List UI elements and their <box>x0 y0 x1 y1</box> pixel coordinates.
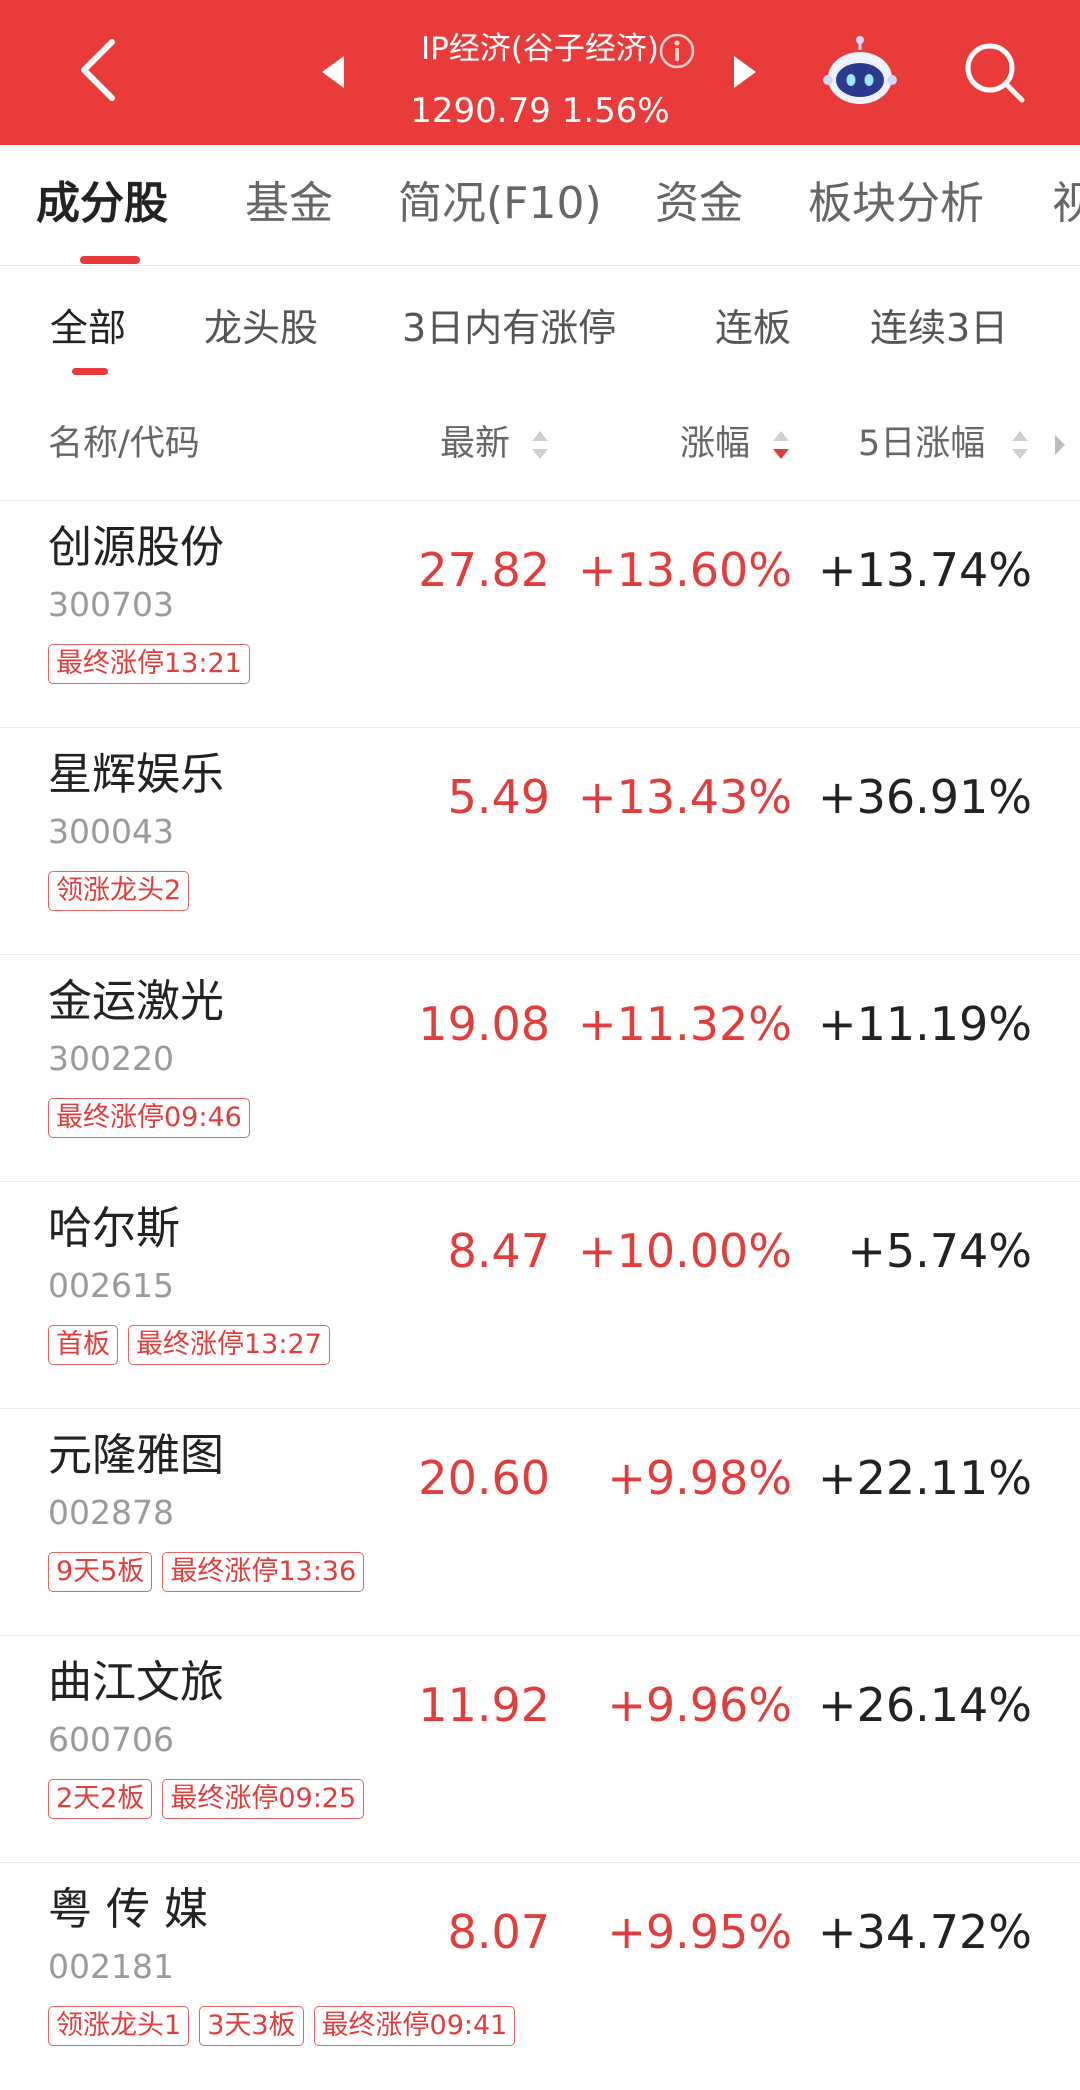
status-badge: 领涨龙头2 <box>48 871 190 911</box>
status-badge: 3天3板 <box>199 2006 304 2046</box>
status-badge: 最终涨停09:41 <box>313 2006 516 2046</box>
stock-name: 星辉娱乐 <box>48 749 224 800</box>
change-pct: +13.43% <box>578 770 792 824</box>
stock-code: 002181 <box>48 1947 174 1986</box>
tab-video[interactable]: 视 <box>1052 175 1080 233</box>
index-quote: 1290.79 1.56% <box>380 90 700 132</box>
latest-price: 5.49 <box>447 770 550 824</box>
change-pct: +11.32% <box>578 997 792 1051</box>
column-change[interactable]: 涨幅 <box>680 420 750 468</box>
table-row[interactable]: 哈尔斯 002615 8.47 +10.00% +5.74% 首板 最终涨停13… <box>0 1181 1080 1409</box>
stock-name: 元隆雅图 <box>48 1430 224 1481</box>
status-badge: 领涨龙头1 <box>48 2006 190 2046</box>
table-row[interactable]: 金运激光 300220 19.08 +11.32% +11.19% 最终涨停09… <box>0 954 1080 1182</box>
robot-assistant-icon <box>823 36 897 104</box>
subtab-3-days[interactable]: 连续3日 <box>870 300 1008 356</box>
change-pct: +9.98% <box>607 1451 792 1505</box>
tag-list: 最终涨停09:46 <box>48 1098 250 1138</box>
change-5d-pct: +34.72% <box>818 1905 1032 1959</box>
stock-name: 粤 传 媒 <box>48 1884 208 1935</box>
status-badge: 9天5板 <box>48 1552 153 1592</box>
latest-price: 27.82 <box>418 543 550 597</box>
subtab-all[interactable]: 全部 <box>50 300 126 356</box>
tag-list: 领涨龙头1 3天3板 最终涨停09:41 <box>48 2006 516 2046</box>
tab-constituents[interactable]: 成分股 <box>36 175 168 233</box>
latest-price: 20.60 <box>418 1451 550 1505</box>
latest-price: 11.92 <box>418 1678 550 1732</box>
next-triangle-icon <box>734 56 756 88</box>
stock-code: 300703 <box>48 585 174 624</box>
back-chevron-icon <box>81 39 115 101</box>
search-icon <box>965 43 1025 103</box>
more-columns-icon[interactable] <box>1052 432 1068 458</box>
change-5d-pct: +26.14% <box>818 1678 1032 1732</box>
change-5d-pct: +22.11% <box>818 1451 1032 1505</box>
active-subtab-indicator <box>72 368 108 375</box>
stock-code: 002615 <box>48 1266 174 1305</box>
tag-list: 最终涨停13:21 <box>48 644 250 684</box>
tab-capital[interactable]: 资金 <box>655 175 743 233</box>
tab-f10[interactable]: 简况(F10) <box>398 175 602 233</box>
stock-name: 金运激光 <box>48 976 224 1027</box>
latest-price: 8.07 <box>447 1905 550 1959</box>
table-row[interactable]: 粤 传 媒 002181 8.07 +9.95% +34.72% 领涨龙头1 3… <box>0 1862 1080 2090</box>
latest-price: 8.47 <box>447 1224 550 1278</box>
stock-name: 哈尔斯 <box>48 1203 180 1254</box>
stock-name: 创源股份 <box>48 522 224 573</box>
stock-name: 曲江文旅 <box>48 1657 224 1708</box>
tag-list: 首板 最终涨停13:27 <box>48 1325 330 1365</box>
change-5d-pct: +5.74% <box>847 1224 1032 1278</box>
status-badge: 首板 <box>48 1325 118 1365</box>
column-latest[interactable]: 最新 <box>440 420 510 468</box>
table-row[interactable]: 曲江文旅 600706 11.92 +9.96% +26.14% 2天2板 最终… <box>0 1635 1080 1863</box>
index-value: 1290.79 <box>410 91 551 131</box>
status-badge: 最终涨停09:25 <box>162 1779 365 1819</box>
sort-descending-icon[interactable] <box>771 427 791 463</box>
status-badge: 最终涨停13:36 <box>162 1552 365 1592</box>
previous-sector-button[interactable] <box>318 52 348 92</box>
table-row[interactable]: 创源股份 300703 27.82 +13.60% +13.74% 最终涨停13… <box>0 500 1080 728</box>
tag-list: 9天5板 最终涨停13:36 <box>48 1552 365 1592</box>
subtab-limit-up-3d[interactable]: 3日内有涨停 <box>402 300 616 356</box>
subtab-leaders[interactable]: 龙头股 <box>204 300 318 356</box>
change-5d-pct: +13.74% <box>818 543 1032 597</box>
table-row[interactable]: 星辉娱乐 300043 5.49 +13.43% +36.91% 领涨龙头2 <box>0 727 1080 955</box>
column-change-5d[interactable]: 5日涨幅 <box>858 420 985 468</box>
sort-neutral-icon[interactable] <box>1010 427 1030 463</box>
active-tab-indicator <box>80 256 140 264</box>
column-name-code: 名称/代码 <box>48 424 200 464</box>
info-button[interactable] <box>658 32 696 70</box>
stock-code: 300220 <box>48 1039 174 1078</box>
next-sector-button[interactable] <box>730 52 760 92</box>
change-5d-pct: +11.19% <box>818 997 1032 1051</box>
primary-tab-bar: 成分股 基金 简况(F10) 资金 板块分析 视 <box>0 145 1080 266</box>
tag-list: 2天2板 最终涨停09:25 <box>48 1779 365 1819</box>
back-button[interactable] <box>70 30 130 110</box>
table-row[interactable]: 元隆雅图 002878 20.60 +9.98% +22.11% 9天5板 最终… <box>0 1408 1080 1636</box>
stock-code: 300043 <box>48 812 174 851</box>
stock-code: 600706 <box>48 1720 174 1759</box>
change-pct: +9.95% <box>607 1905 792 1959</box>
status-badge: 最终涨停09:46 <box>48 1098 250 1138</box>
ai-assistant-button[interactable] <box>822 34 898 110</box>
tab-funds[interactable]: 基金 <box>245 175 333 233</box>
info-icon <box>659 33 695 69</box>
top-bar: IP经济(谷子经济) 1290.79 1.56% <box>0 0 1080 145</box>
change-pct: +10.00% <box>578 1224 792 1278</box>
change-5d-pct: +36.91% <box>818 770 1032 824</box>
status-badge: 2天2板 <box>48 1779 153 1819</box>
sort-neutral-icon[interactable] <box>530 427 550 463</box>
tab-sector-analysis[interactable]: 板块分析 <box>808 175 984 233</box>
status-badge: 最终涨停13:27 <box>128 1325 330 1365</box>
tag-list: 领涨龙头2 <box>48 871 190 911</box>
latest-price: 19.08 <box>418 997 550 1051</box>
prev-triangle-icon <box>322 56 344 88</box>
subtab-consecutive[interactable]: 连板 <box>715 300 791 356</box>
status-badge: 最终涨停13:21 <box>48 644 250 684</box>
change-pct: +13.60% <box>578 543 792 597</box>
change-pct: +9.96% <box>607 1678 792 1732</box>
stock-code: 002878 <box>48 1493 174 1532</box>
index-change: 1.56% <box>561 91 670 131</box>
search-button[interactable] <box>960 38 1028 106</box>
